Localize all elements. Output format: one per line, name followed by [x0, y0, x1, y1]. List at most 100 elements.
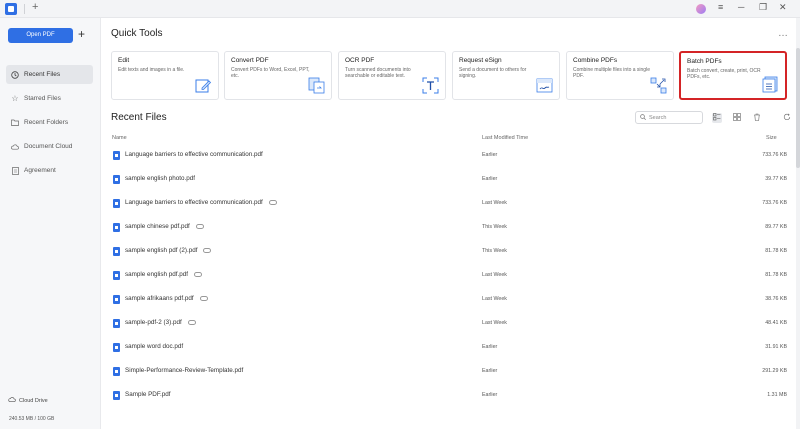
table-row[interactable]: Simple-Performance-Review-Template.pdf E… — [111, 360, 791, 384]
tool-card-ocr-pdf[interactable]: OCR PDF Turn scanned documents into sear… — [338, 51, 446, 100]
sidebar-item-recent-folders[interactable]: Recent Folders — [6, 113, 93, 132]
scrollbar-thumb[interactable] — [796, 48, 800, 168]
file-name: Simple-Performance-Review-Template.pdf — [125, 367, 244, 374]
file-modified: Earlier — [482, 368, 498, 374]
file-size: 81.78 KB — [765, 248, 787, 254]
file-name: sample english pdf (2).pdf — [125, 247, 198, 254]
sidebar-item-label: Agreement — [24, 167, 56, 174]
pdf-file-icon — [113, 271, 120, 280]
sidebar: Open PDF + Recent Files ☆ Starred Files … — [0, 18, 101, 429]
card-description: Batch convert, create, print, OCR PDFs, … — [687, 68, 761, 81]
search-icon — [640, 113, 646, 122]
file-modified: Earlier — [482, 152, 498, 158]
sidebar-item-recent-files[interactable]: Recent Files — [6, 65, 93, 84]
table-row[interactable]: sample afrikaans pdf.pdf Last Week 38.76… — [111, 288, 791, 312]
file-modified: Earlier — [482, 344, 498, 350]
table-row[interactable]: Sample PDF.pdf Earlier 1.31 MB — [111, 384, 791, 408]
batch-icon — [762, 76, 778, 93]
edit-icon — [195, 79, 212, 93]
file-name: Language barriers to effective communica… — [125, 151, 263, 158]
pdf-file-icon — [113, 151, 120, 160]
restore-icon[interactable]: ❐ — [759, 2, 767, 13]
pdf-file-icon — [113, 295, 120, 304]
cloud-sync-icon — [268, 200, 277, 205]
card-description: Edit texts and images in a file. — [118, 67, 185, 73]
card-description: Send a document to others for signing. — [459, 67, 527, 80]
table-row[interactable]: sample chinese pdf.pdf This Week 89.77 K… — [111, 216, 791, 240]
pdf-file-icon — [113, 247, 120, 256]
new-tab-button[interactable]: + — [32, 1, 38, 13]
card-title: Edit — [118, 57, 130, 64]
pdf-file-icon — [113, 343, 120, 352]
file-modified: This Week — [482, 224, 507, 230]
table-row[interactable]: Language barriers to effective communica… — [111, 144, 791, 168]
esign-icon — [536, 78, 553, 93]
file-size: 733.76 KB — [762, 152, 787, 158]
tool-card-request-esign[interactable]: Request eSign Send a document to others … — [452, 51, 560, 100]
open-pdf-button[interactable]: Open PDF — [8, 28, 73, 43]
create-plus-button[interactable]: + — [78, 27, 85, 42]
tab-separator — [24, 4, 25, 14]
file-size: 39.77 KB — [765, 176, 787, 182]
recent-files-title: Recent Files — [111, 112, 167, 123]
main-content: Quick Tools … Edit Edit texts and images… — [101, 18, 800, 429]
file-size: 48.41 KB — [765, 320, 787, 326]
cloud-drive-link[interactable]: Cloud Drive — [8, 397, 48, 404]
file-name: Sample PDF.pdf — [125, 391, 171, 398]
sidebar-item-starred-files[interactable]: ☆ Starred Files — [6, 89, 93, 108]
convert-icon — [308, 77, 325, 94]
file-name: sample afrikaans pdf.pdf — [125, 295, 194, 302]
tool-card-combine-pdfs[interactable]: Combine PDFs Combine multiple files into… — [566, 51, 674, 100]
table-row[interactable]: sample word doc.pdf Earlier 31.91 KB — [111, 336, 791, 360]
column-header-size[interactable]: Size — [766, 135, 777, 141]
card-description: Combine multiple files into a single PDF… — [573, 67, 650, 80]
more-options-button[interactable]: … — [778, 28, 788, 39]
file-size: 81.78 KB — [765, 272, 787, 278]
sidebar-item-label: Recent Folders — [24, 119, 69, 126]
pdf-file-icon — [113, 199, 120, 208]
trash-icon[interactable] — [752, 113, 762, 123]
table-row[interactable]: Language barriers to effective communica… — [111, 192, 791, 216]
user-avatar-icon[interactable] — [696, 4, 706, 14]
card-description: Convert PDFs to Word, Excel, PPT, etc. — [231, 67, 310, 80]
table-row[interactable]: sample english pdf.pdf Last Week 81.78 K… — [111, 264, 791, 288]
pdf-file-icon — [113, 223, 120, 232]
card-title: Convert PDF — [231, 57, 269, 64]
cloud-icon — [11, 143, 19, 151]
close-icon[interactable]: ✕ — [779, 2, 787, 13]
card-title: Request eSign — [459, 57, 502, 64]
file-modified: Earlier — [482, 176, 498, 182]
minimize-icon[interactable]: ─ — [738, 2, 744, 12]
file-size: 89.77 KB — [765, 224, 787, 230]
scrollbar[interactable] — [796, 18, 800, 429]
menu-icon[interactable]: ≡ — [718, 2, 723, 12]
file-name: Language barriers to effective communica… — [125, 199, 263, 206]
refresh-icon[interactable] — [782, 113, 792, 123]
search-input[interactable]: Search — [635, 111, 703, 124]
sidebar-item-document-cloud[interactable]: Document Cloud — [6, 137, 93, 156]
table-row[interactable]: sample-pdf-2 (3).pdf Last Week 48.41 KB — [111, 312, 791, 336]
card-title: OCR PDF — [345, 57, 375, 64]
card-description: Turn scanned documents into searchable o… — [345, 67, 411, 80]
tool-card-edit[interactable]: Edit Edit texts and images in a file. — [111, 51, 219, 100]
file-modified: Last Week — [482, 272, 507, 278]
table-row[interactable]: sample english pdf (2).pdf This Week 81.… — [111, 240, 791, 264]
grid-view-icon[interactable] — [732, 113, 742, 123]
document-icon — [11, 166, 19, 175]
list-view-icon[interactable] — [712, 113, 722, 123]
cloud-sync-icon — [187, 320, 196, 325]
cloud-sync-icon — [195, 224, 204, 229]
file-size: 31.91 KB — [765, 344, 787, 350]
cloud-drive-label: Cloud Drive — [19, 397, 48, 404]
column-header-name[interactable]: Name — [112, 135, 127, 141]
ocr-icon — [422, 77, 439, 94]
sidebar-item-agreement[interactable]: Agreement — [6, 161, 93, 180]
table-row[interactable]: sample english photo.pdf Earlier 39.77 K… — [111, 168, 791, 192]
file-size: 1.31 MB — [767, 392, 787, 398]
file-name: sample word doc.pdf — [125, 343, 184, 350]
sidebar-item-label: Recent Files — [24, 71, 61, 78]
column-header-modified[interactable]: Last Modified Time — [482, 135, 528, 141]
card-title: Combine PDFs — [573, 57, 618, 64]
tool-card-convert-pdf[interactable]: Convert PDF Convert PDFs to Word, Excel,… — [224, 51, 332, 100]
tool-card-batch-pdfs[interactable]: Batch PDFs Batch convert, create, print,… — [679, 51, 787, 100]
